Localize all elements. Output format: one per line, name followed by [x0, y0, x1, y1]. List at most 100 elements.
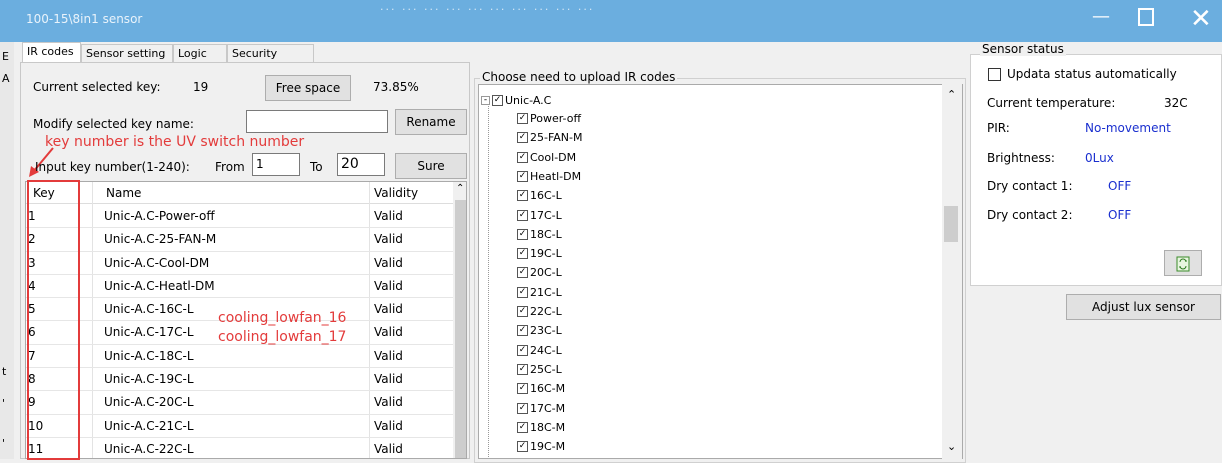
tree-item[interactable]: ✓ 18C-L — [517, 228, 562, 241]
tree-item-label: 25C-L — [530, 362, 562, 376]
tab-security-setup[interactable]: Security setup — [227, 44, 314, 73]
scroll-up-icon[interactable]: ⌃ — [456, 183, 464, 194]
pir-label: PIR: — [987, 121, 1010, 135]
checkbox-icon[interactable]: ✓ — [517, 209, 528, 221]
scroll-up-icon[interactable]: ⌃ — [947, 88, 956, 101]
tree-item[interactable]: ✓ 16C-M — [517, 382, 565, 395]
edge-letter: ' — [2, 397, 6, 410]
column-name[interactable]: Name — [106, 186, 141, 200]
checkbox-icon[interactable]: ✓ — [517, 190, 528, 202]
tree-item[interactable]: ✓ 19C-M — [517, 440, 565, 453]
auto-update-checkbox[interactable]: Updata status automatically — [988, 67, 1177, 81]
dry-contact-1-value: OFF — [1108, 179, 1132, 193]
title-bar: 100-15\8in1 sensor ... ... ... ... ... .… — [0, 0, 1222, 42]
collapse-icon[interactable]: - — [481, 96, 490, 105]
checkbox-icon[interactable]: ✓ — [492, 95, 503, 106]
tree-item[interactable]: ✓ 20C-L — [517, 266, 562, 279]
checkbox-icon[interactable]: ✓ — [517, 421, 528, 433]
edge-letter: t — [2, 365, 7, 378]
tree-item-label: 22C-L — [530, 305, 562, 318]
minimize-icon[interactable]: — — [1092, 6, 1110, 27]
table-row[interactable]: 4 Unic-A.C-Heatl-DM Valid — [26, 275, 453, 299]
background-window-edge: E A t ' ' — [0, 42, 14, 459]
tree-item-label: 16C-M — [530, 382, 566, 396]
tree-item-label: 19C-M — [530, 440, 566, 454]
tree-item[interactable]: ✓ 16C-L — [517, 189, 562, 202]
column-validity[interactable]: Validity — [374, 186, 418, 200]
checkbox-icon[interactable]: ✓ — [517, 286, 528, 298]
tree-item[interactable]: ✓ Cool-DM — [517, 151, 576, 164]
tree-item[interactable]: ✓ 17C-M — [517, 402, 565, 415]
tree-item[interactable]: ✓ 24C-L — [517, 344, 562, 357]
validity-cell: Valid — [374, 209, 403, 223]
validity-cell: Valid — [374, 372, 403, 387]
tab-ir-codes[interactable]: IR codes — [22, 42, 81, 63]
checkbox-icon[interactable]: ✓ — [517, 151, 528, 163]
sure-button[interactable]: Sure — [395, 153, 467, 179]
table-row[interactable]: 1 Unic-A.C-Power-off Valid — [26, 205, 453, 229]
checkbox-icon[interactable]: ✓ — [517, 113, 528, 124]
table-row[interactable]: 9 Unic-A.C-20C-L Valid — [26, 391, 453, 415]
checkbox-icon[interactable]: ✓ — [517, 132, 528, 144]
checkbox-icon[interactable]: ✓ — [517, 344, 528, 356]
table-row[interactable]: 10 Unic-A.C-21C-L Valid — [26, 415, 453, 438]
tree-item-label: 23C-L — [530, 324, 562, 338]
tree-scrollbar-thumb[interactable] — [944, 206, 958, 242]
checkbox-icon[interactable]: ✓ — [517, 363, 528, 375]
name-cell: Unic-A.C-Heatl-DM — [104, 278, 215, 293]
tree-item[interactable]: ✓ 23C-L — [517, 324, 562, 337]
temperature-label: Current temperature: — [987, 96, 1116, 110]
tree-item[interactable]: ✓ 17C-L — [517, 209, 562, 222]
validity-cell: Valid — [374, 325, 403, 340]
scroll-down-icon[interactable]: ⌄ — [947, 440, 956, 453]
checkbox-icon[interactable]: ✓ — [517, 325, 528, 337]
free-space-button[interactable]: Free space — [265, 75, 351, 101]
tree-root[interactable]: - ✓ Unic-A.C — [481, 94, 551, 107]
checkbox-icon[interactable]: ✓ — [517, 228, 528, 240]
maximize-icon[interactable] — [1138, 8, 1154, 26]
to-input[interactable]: 20 — [337, 153, 385, 176]
annotation-line-2: cooling_lowfan_17 — [218, 329, 347, 345]
tree-item-label: 18C-M — [530, 420, 566, 434]
tree-item-label: 17C-M — [530, 401, 566, 415]
temperature-value: 32C — [1164, 96, 1188, 110]
table-row[interactable]: 3 Unic-A.C-Cool-DM Valid — [26, 252, 453, 275]
checkbox-icon[interactable] — [988, 67, 1001, 81]
adjust-lux-button[interactable]: Adjust lux sensor — [1066, 294, 1221, 320]
close-icon[interactable]: ✕ — [1190, 4, 1212, 34]
validity-cell: Valid — [374, 232, 403, 247]
tree-item[interactable]: ✓ 25-FAN-M — [517, 131, 583, 144]
checkbox-icon[interactable]: ✓ — [517, 306, 528, 317]
table-row[interactable]: 7 Unic-A.C-18C-L Valid — [26, 345, 453, 369]
tree-scrollbar[interactable]: ⌃ ⌄ — [942, 84, 962, 459]
checkbox-icon[interactable]: ✓ — [517, 441, 528, 453]
checkbox-icon[interactable]: ✓ — [517, 383, 528, 395]
refresh-icon — [1176, 256, 1190, 272]
table-scrollbar-thumb[interactable] — [455, 200, 466, 458]
tree-item[interactable]: ✓ 19C-L — [517, 247, 562, 260]
rename-button[interactable]: Rename — [395, 109, 467, 135]
key-name-input[interactable] — [246, 110, 388, 133]
table-row[interactable]: 11 Unic-A.C-22C-L Valid — [26, 438, 453, 458]
tree-item-label: 17C-L — [530, 208, 562, 222]
tree-item[interactable]: ✓ 18C-M — [517, 421, 565, 434]
edge-letter: A — [2, 72, 10, 85]
table-row[interactable]: 2 Unic-A.C-25-FAN-M Valid — [26, 228, 453, 252]
from-input[interactable]: 1 — [252, 153, 300, 176]
checkbox-icon[interactable]: ✓ — [517, 267, 528, 279]
table-row[interactable]: 8 Unic-A.C-19C-L Valid — [26, 368, 453, 392]
sensor-status-title: Sensor status — [980, 42, 1066, 56]
checkbox-icon[interactable]: ✓ — [517, 170, 528, 182]
tree-item[interactable]: ✓ Heatl-DM — [517, 170, 581, 183]
validity-cell: Valid — [374, 395, 403, 410]
tree-item[interactable]: ✓ 22C-L — [517, 305, 562, 318]
tree-item[interactable]: ✓ 21C-L — [517, 286, 562, 299]
to-label: To — [310, 160, 323, 174]
checkbox-icon[interactable]: ✓ — [517, 402, 528, 414]
checkbox-icon[interactable]: ✓ — [517, 248, 528, 260]
tree-item[interactable]: ✓ 25C-L — [517, 363, 562, 376]
tree-item[interactable]: ✓ Power-off — [517, 112, 581, 125]
tab-sensor-setting[interactable]: Sensor setting — [81, 44, 173, 63]
tab-logic[interactable]: Logic — [173, 44, 227, 63]
refresh-button[interactable] — [1164, 250, 1202, 276]
